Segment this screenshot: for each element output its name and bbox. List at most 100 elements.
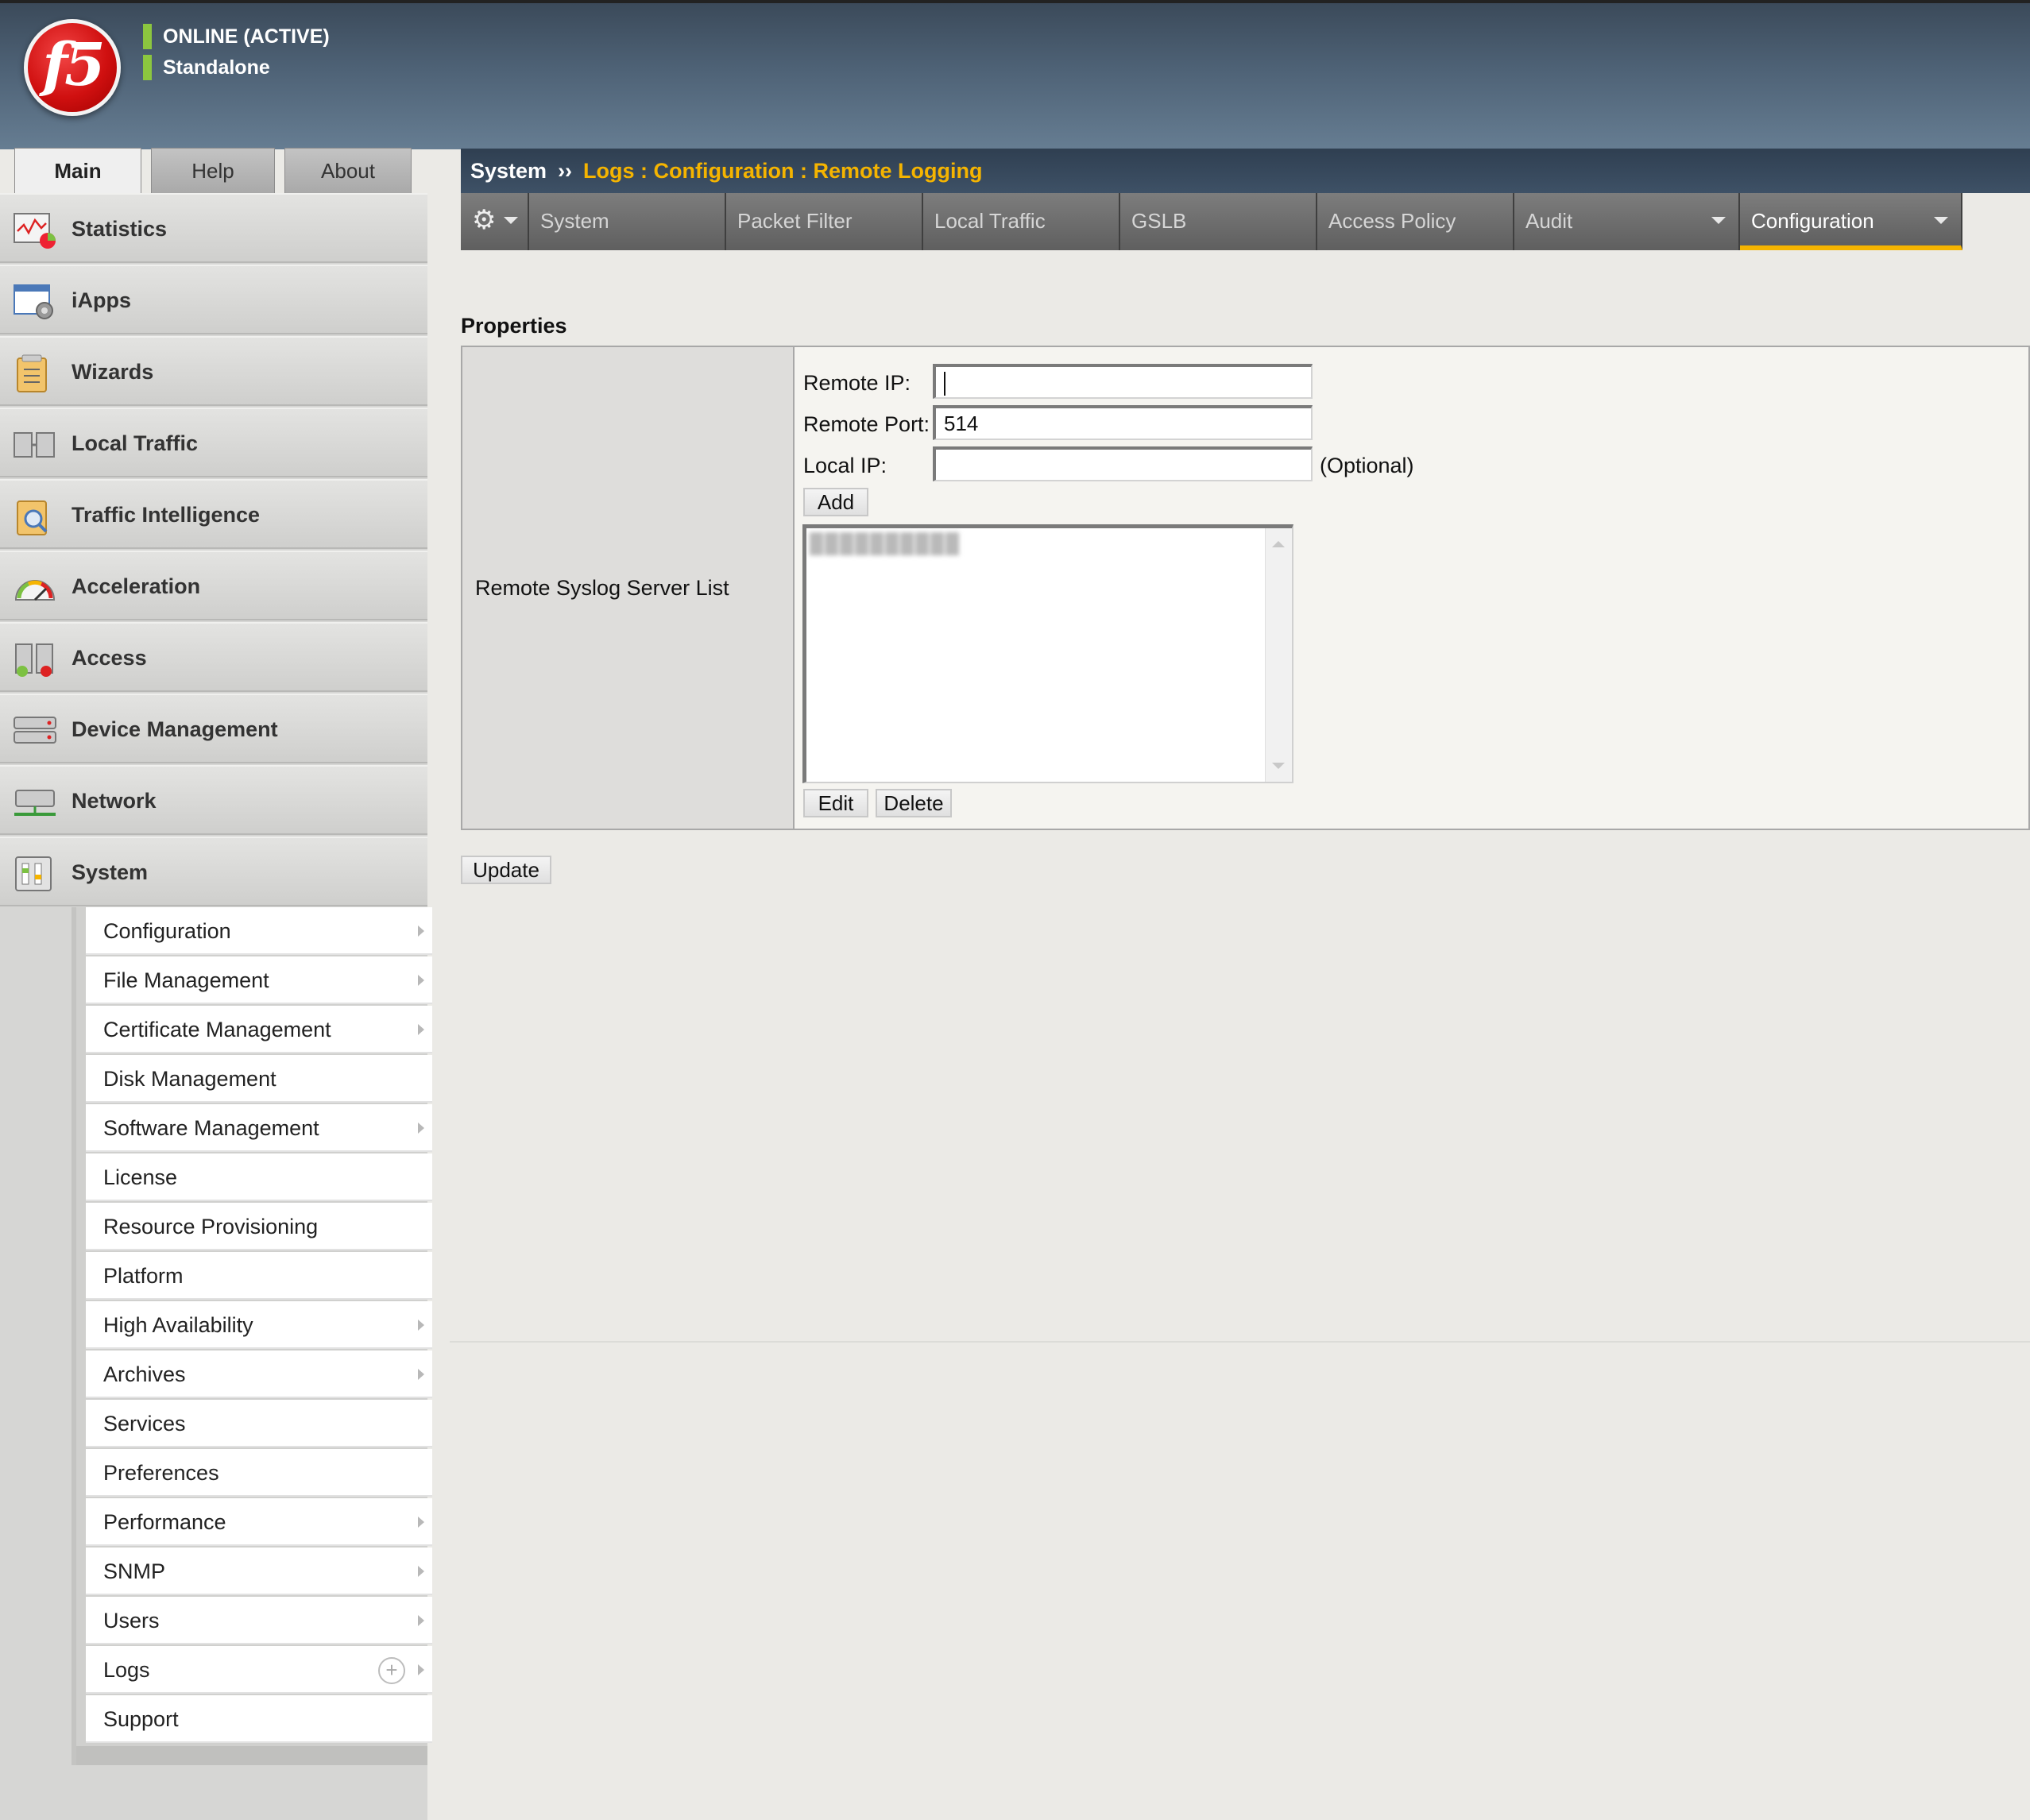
sidebar-item-acceleration[interactable]: Acceleration	[0, 551, 427, 620]
acceleration-icon	[14, 580, 56, 601]
delete-button[interactable]: Delete	[876, 789, 952, 817]
sidebar-item-access[interactable]: Access	[0, 622, 427, 692]
remote-ip-label: Remote IP:	[803, 371, 911, 395]
subnav-configuration[interactable]: Configuration	[1740, 193, 1962, 250]
chevron-right-icon	[418, 1664, 424, 1675]
properties-row-label-cell: Remote Syslog Server List	[462, 347, 795, 829]
sidebar-item-label: Traffic Intelligence	[72, 503, 261, 527]
sidebar-item-label: Acceleration	[72, 574, 201, 598]
breadcrumb-separator: ››	[558, 159, 573, 183]
submenu-item-label: Resource Provisioning	[103, 1215, 319, 1238]
text-cursor	[944, 372, 945, 396]
submenu-item-file-management[interactable]: File Management	[86, 956, 432, 1004]
submenu-item-label: Users	[103, 1609, 160, 1633]
submenu-item-disk-management[interactable]: Disk Management	[86, 1055, 432, 1103]
update-button[interactable]: Update	[461, 856, 551, 884]
statistics-icon	[14, 213, 56, 249]
chevron-right-icon	[418, 1024, 424, 1035]
sidebar-item-label: Network	[72, 789, 157, 813]
subnav-access-policy[interactable]: Access Policy	[1317, 193, 1514, 250]
sidebar-item-iapps[interactable]: iApps	[0, 265, 427, 334]
chevron-right-icon	[418, 1566, 424, 1577]
remote-syslog-server-listbox[interactable]: ██████████	[802, 524, 1293, 783]
plus-icon[interactable]: +	[378, 1657, 405, 1684]
chevron-down-icon	[1934, 217, 1948, 224]
submenu-item-logs[interactable]: Logs +	[86, 1646, 432, 1694]
submenu-item-high-availability[interactable]: High Availability	[86, 1301, 432, 1349]
remote-port-input[interactable]: 514	[933, 405, 1313, 440]
sidebar-item-label: Wizards	[72, 360, 154, 384]
submenu-item-label: License	[103, 1165, 178, 1189]
sidebar-item-device-management[interactable]: Device Management	[0, 694, 427, 763]
sidebar-item-label: Statistics	[72, 217, 168, 241]
submenu-item-software-management[interactable]: Software Management	[86, 1104, 432, 1152]
chevron-down-icon	[504, 217, 518, 224]
sidebar-item-wizards[interactable]: Wizards	[0, 336, 427, 406]
subnav-packet-filter[interactable]: Packet Filter	[726, 193, 923, 250]
chevron-down-icon	[1711, 217, 1726, 224]
submenu-item-label: Disk Management	[103, 1067, 276, 1091]
local-ip-input[interactable]	[933, 446, 1313, 481]
subnav-gslb[interactable]: GSLB	[1120, 193, 1317, 250]
sidebar-item-label: Local Traffic	[72, 431, 199, 455]
submenu-item-performance[interactable]: Performance	[86, 1498, 432, 1546]
tab-help[interactable]: Help	[151, 148, 275, 193]
chevron-right-icon	[418, 1615, 424, 1626]
submenu-item-label: Performance	[103, 1510, 226, 1534]
subnav-audit[interactable]: Audit	[1514, 193, 1740, 250]
gear-menu-button[interactable]: ⚙	[461, 193, 529, 250]
submenu-item-configuration[interactable]: Configuration	[86, 907, 432, 955]
submenu-item-label: Configuration	[103, 919, 231, 943]
access-icon	[15, 643, 53, 677]
sidebar-item-label: iApps	[72, 288, 132, 312]
sidebar-item-local-traffic[interactable]: Local Traffic	[0, 408, 427, 477]
submenu-item-label: File Management	[103, 968, 269, 992]
submenu-item-label: Logs	[103, 1658, 150, 1682]
subnav-audit-label: Audit	[1525, 209, 1573, 233]
tab-about[interactable]: About	[284, 148, 412, 193]
traffic-intelligence-icon	[17, 500, 48, 535]
scroll-up-icon[interactable]	[1272, 541, 1285, 547]
system-icon	[15, 856, 52, 891]
sidebar-item-traffic-intelligence[interactable]: Traffic Intelligence	[0, 479, 427, 549]
submenu-item-license[interactable]: License	[86, 1153, 432, 1201]
submenu-item-support[interactable]: Support	[86, 1695, 432, 1743]
submenu-item-services[interactable]: Services	[86, 1400, 432, 1447]
sidebar-item-label: System	[72, 860, 149, 884]
iapps-icon	[14, 284, 53, 319]
content-divider	[450, 1341, 2030, 1343]
subnav-local-traffic[interactable]: Local Traffic	[923, 193, 1120, 250]
breadcrumb-root[interactable]: System	[470, 159, 547, 183]
chevron-right-icon	[418, 1320, 424, 1331]
submenu-item-archives[interactable]: Archives	[86, 1351, 432, 1398]
submenu-item-label: Support	[103, 1707, 179, 1731]
scroll-down-icon[interactable]	[1272, 763, 1285, 769]
submenu-item-label: Services	[103, 1412, 186, 1436]
sidebar-item-label: Device Management	[72, 717, 278, 741]
chevron-right-icon	[418, 1123, 424, 1134]
sidebar-item-network[interactable]: Network	[0, 765, 427, 835]
submenu-item-platform[interactable]: Platform	[86, 1252, 432, 1300]
sidebar-item-system[interactable]: System	[0, 837, 427, 906]
chevron-right-icon	[418, 925, 424, 937]
submenu-item-label: Platform	[103, 1264, 184, 1288]
submenu-item-certificate-management[interactable]: Certificate Management	[86, 1006, 432, 1053]
submenu-item-resource-provisioning[interactable]: Resource Provisioning	[86, 1203, 432, 1250]
add-button[interactable]: Add	[803, 488, 868, 516]
submenu-item-label: High Availability	[103, 1313, 253, 1337]
listbox-scrollbar[interactable]	[1265, 528, 1292, 782]
submenu-item-label: SNMP	[103, 1559, 166, 1583]
sidebar-item-statistics[interactable]: Statistics	[0, 193, 427, 263]
submenu-item-snmp[interactable]: SNMP	[86, 1548, 432, 1595]
submenu-item-users[interactable]: Users	[86, 1597, 432, 1644]
tab-main[interactable]: Main	[14, 148, 141, 195]
edit-button[interactable]: Edit	[803, 789, 868, 817]
local-ip-optional-hint: (Optional)	[1320, 454, 1414, 477]
f5-logo[interactable]: f5	[24, 19, 121, 116]
network-icon	[14, 790, 56, 816]
submenu-item-preferences[interactable]: Preferences	[86, 1449, 432, 1497]
list-item[interactable]: ██████████	[810, 533, 961, 555]
wizards-icon	[17, 354, 47, 392]
remote-ip-input[interactable]	[933, 364, 1313, 399]
subnav-system[interactable]: System	[529, 193, 726, 250]
